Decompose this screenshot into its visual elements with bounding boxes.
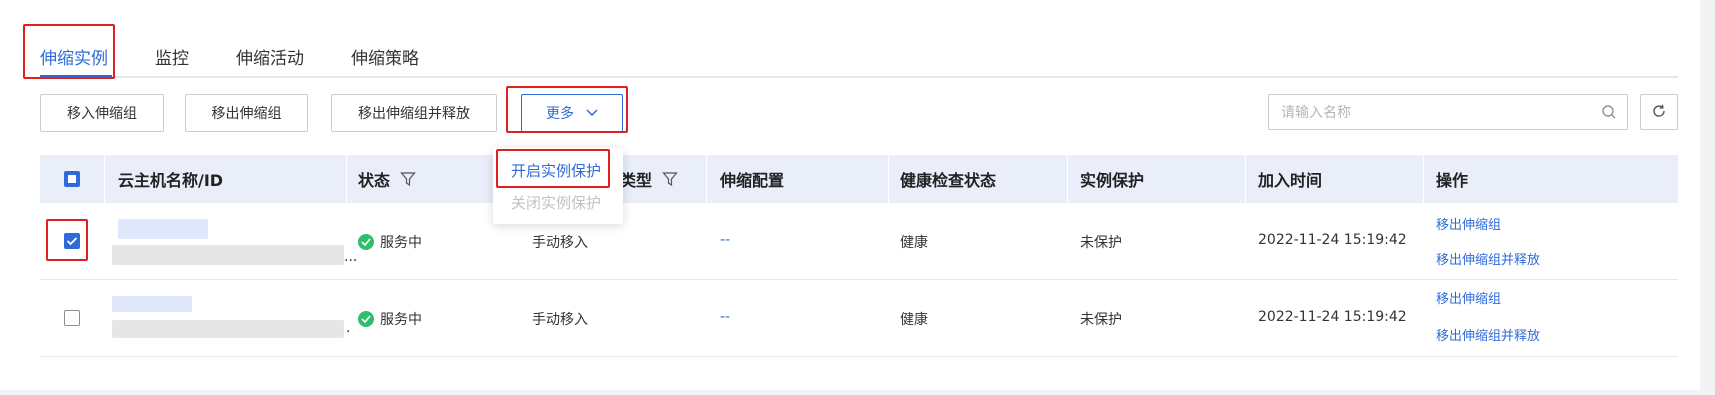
column-separator (346, 155, 347, 203)
column-separator (104, 155, 105, 203)
tab-bar: 伸缩实例 监控 伸缩活动 伸缩策略 (0, 0, 1700, 78)
table-row: ... 服务中 手动移入 -- 健康 未保护 2022-11-24 15:19:… (40, 203, 1678, 280)
disable-protection-menu-item: 关闭实例保护 (511, 194, 602, 212)
status-text: 服务中 (380, 235, 422, 251)
column-header-name: 云主机名称/ID (118, 171, 224, 190)
protection-value: 未保护 (1080, 312, 1122, 328)
search-box (1268, 94, 1628, 130)
tab-scaling-activities[interactable]: 伸缩活动 (236, 44, 304, 69)
refresh-icon (1652, 103, 1666, 122)
tab-active-indicator (40, 75, 112, 78)
column-separator (888, 155, 889, 203)
move-out-release-link[interactable]: 移出伸缩组并释放 (1436, 249, 1540, 268)
table-row: . 服务中 手动移入 -- 健康 未保护 2022-11-24 15:19:42… (40, 280, 1678, 357)
column-separator (1067, 155, 1068, 203)
enable-protection-menu-item[interactable]: 开启实例保护 (511, 160, 601, 181)
check-circle-icon (358, 234, 374, 250)
move-out-link[interactable]: 移出伸缩组 (1436, 214, 1501, 233)
move-out-release-link[interactable]: 移出伸缩组并释放 (1436, 325, 1540, 344)
health-value: 健康 (900, 235, 928, 251)
instance-id-ellipsis: . (346, 320, 351, 336)
instance-name-redacted[interactable] (112, 296, 192, 312)
health-value: 健康 (900, 312, 928, 328)
column-header-status: 状态 (358, 155, 416, 203)
tab-baseline (40, 76, 1678, 78)
tab-scaling-instances[interactable]: 伸缩实例 (40, 44, 108, 69)
status-text: 服务中 (380, 312, 422, 328)
move-out-button[interactable]: 移出伸缩组 (185, 94, 308, 132)
column-header-protection: 实例保护 (1080, 171, 1145, 190)
status-badge: 服务中 (358, 309, 422, 329)
filter-icon[interactable] (400, 171, 416, 187)
column-header-config: 伸缩配置 (720, 171, 785, 190)
table-header: 云主机名称/ID 状态 类型 伸缩配置 健康检查状态 实例保护 加入时间 操作 (40, 155, 1678, 203)
more-button-label: 更多 (546, 106, 574, 122)
row-checkbox[interactable] (64, 310, 80, 326)
more-button[interactable]: 更多 (521, 94, 623, 132)
instance-id-redacted (112, 320, 344, 338)
tab-scaling-policies[interactable]: 伸缩策略 (351, 44, 419, 69)
move-in-button[interactable]: 移入伸缩组 (40, 94, 164, 132)
type-value: 手动移入 (532, 312, 588, 328)
instance-id-ellipsis: ... (344, 249, 358, 265)
column-header-health: 健康检查状态 (900, 171, 997, 190)
column-header-status-label: 状态 (358, 171, 391, 190)
chevron-down-icon (586, 109, 598, 117)
row-checkbox[interactable] (64, 233, 80, 249)
column-header-type: 类型 (620, 155, 678, 203)
column-separator (1245, 155, 1246, 203)
search-input[interactable] (1279, 101, 1583, 125)
move-out-link[interactable]: 移出伸缩组 (1436, 288, 1501, 307)
tab-monitoring[interactable]: 监控 (155, 44, 189, 69)
instance-name-redacted[interactable] (118, 219, 208, 239)
config-value: -- (720, 232, 731, 248)
protection-value: 未保护 (1080, 235, 1122, 251)
refresh-button[interactable] (1640, 94, 1678, 130)
join-time-value: 2022-11-24 15:19:42 (1258, 232, 1407, 248)
search-icon[interactable] (1601, 104, 1617, 124)
column-separator (1423, 155, 1424, 203)
column-separator (706, 155, 707, 203)
more-dropdown-menu: 开启实例保护 关闭实例保护 (493, 148, 623, 224)
check-circle-icon (358, 311, 374, 327)
join-time-value: 2022-11-24 15:19:42 (1258, 309, 1407, 325)
scaling-instances-panel: 伸缩实例 监控 伸缩活动 伸缩策略 移入伸缩组 移出伸缩组 移出伸缩组并释放 更… (0, 0, 1700, 390)
column-header-type-label: 类型 (620, 171, 653, 190)
config-value: -- (720, 309, 731, 325)
status-badge: 服务中 (358, 232, 422, 252)
column-header-actions: 操作 (1436, 171, 1469, 190)
select-all-checkbox[interactable] (64, 171, 80, 187)
move-out-release-button[interactable]: 移出伸缩组并释放 (331, 94, 497, 132)
column-header-join-time: 加入时间 (1258, 171, 1323, 190)
filter-icon[interactable] (662, 171, 678, 187)
type-value: 手动移入 (532, 235, 588, 251)
instance-id-redacted (112, 245, 344, 265)
